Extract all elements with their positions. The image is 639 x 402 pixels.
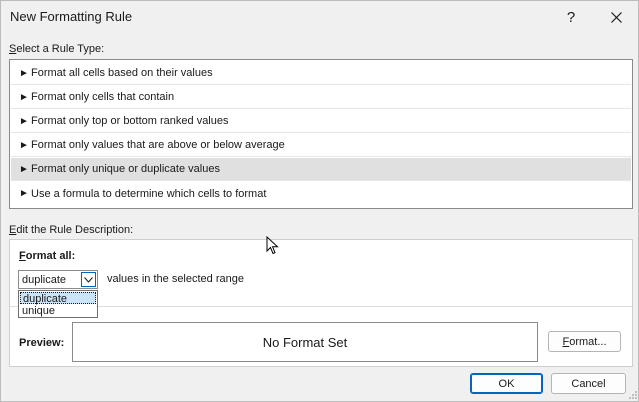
rule-description-panel: Format all: duplicate values in the sele… xyxy=(9,239,633,367)
close-icon xyxy=(610,11,622,23)
rule-item-label: Format all cells based on their values xyxy=(31,67,213,79)
format-all-label: Format all: xyxy=(19,250,75,262)
rule-type-label-text: elect a Rule Type: xyxy=(16,43,105,55)
title-bar: New Formatting Rule ? xyxy=(1,1,638,33)
arrow-icon: ► xyxy=(19,163,29,175)
rule-item-cells-that-contain[interactable]: ► Format only cells that contain xyxy=(11,86,631,109)
rule-type-label: Select a Rule Type: xyxy=(9,43,104,55)
preview-box: No Format Set xyxy=(72,322,538,362)
format-button-text: ormat... xyxy=(569,335,607,348)
duplicate-unique-combobox[interactable]: duplicate xyxy=(18,270,98,289)
combobox-dropdown-list: duplicate unique xyxy=(18,290,98,318)
combobox-dropdown-button[interactable] xyxy=(81,272,96,287)
format-all-accesskey: F xyxy=(19,250,26,262)
preview-label: Preview: xyxy=(19,337,65,349)
format-all-text: ormat all: xyxy=(25,250,76,262)
arrow-icon: ► xyxy=(19,188,29,199)
close-button[interactable] xyxy=(593,1,639,33)
arrow-icon: ► xyxy=(19,115,29,127)
rule-item-top-bottom-ranked[interactable]: ► Format only top or bottom ranked value… xyxy=(11,110,631,133)
arrow-icon: ► xyxy=(19,67,29,79)
rule-item-format-all-cells[interactable]: ► Format all cells based on their values xyxy=(11,62,631,85)
help-button[interactable]: ? xyxy=(548,1,594,33)
rule-item-use-formula[interactable]: ► Use a formula to determine which cells… xyxy=(11,182,631,205)
preview-text: No Format Set xyxy=(262,334,348,350)
rule-item-label: Format only unique or duplicate values xyxy=(31,163,220,175)
description-divider xyxy=(10,306,632,307)
rule-item-label: Use a formula to determine which cells t… xyxy=(31,187,267,200)
rule-item-unique-duplicate[interactable]: ► Format only unique or duplicate values xyxy=(11,158,631,181)
rule-description-label: Edit the Rule Description: xyxy=(9,224,133,236)
mouse-pointer-icon xyxy=(266,236,279,255)
chevron-down-icon xyxy=(84,276,93,283)
rule-description-text: dit the Rule Description: xyxy=(16,224,134,236)
dropdown-option-unique[interactable]: unique xyxy=(20,305,96,317)
rule-type-list[interactable]: ► Format all cells based on their values… xyxy=(9,59,633,209)
dropdown-option-duplicate[interactable]: duplicate xyxy=(20,292,96,305)
combobox-value: duplicate xyxy=(22,273,67,286)
combobox-suffix-text: values in the selected range xyxy=(107,273,244,285)
new-formatting-rule-dialog: New Formatting Rule ? Select a Rule Type… xyxy=(0,0,639,402)
cancel-button[interactable]: Cancel xyxy=(551,373,626,394)
arrow-icon: ► xyxy=(19,139,29,151)
rule-item-above-below-average[interactable]: ► Format only values that are above or b… xyxy=(11,134,631,157)
rule-item-label: Format only top or bottom ranked values xyxy=(31,115,229,127)
arrow-icon: ► xyxy=(19,91,29,103)
resize-grip-icon[interactable] xyxy=(628,390,638,400)
dialog-title: New Formatting Rule xyxy=(10,9,133,24)
rule-item-label: Format only values that are above or bel… xyxy=(31,139,285,151)
ok-button[interactable]: OK xyxy=(470,373,543,394)
rule-item-label: Format only cells that contain xyxy=(31,91,175,103)
format-button[interactable]: Format... xyxy=(548,331,621,352)
format-button-accesskey: F xyxy=(562,335,570,348)
